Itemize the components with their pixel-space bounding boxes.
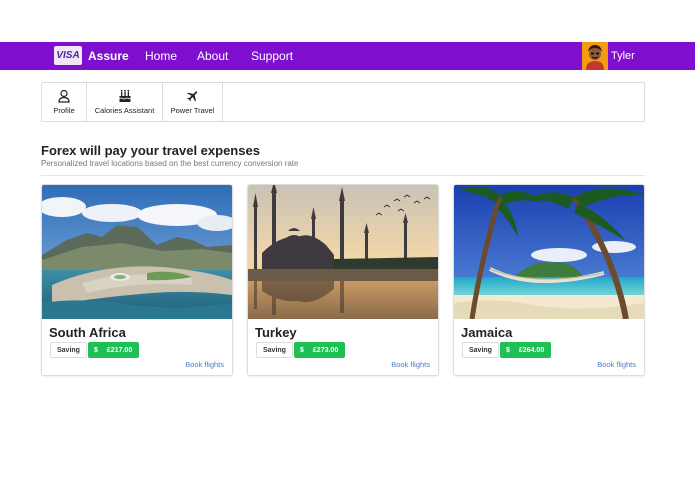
section-divider bbox=[41, 175, 645, 176]
menu-item-label: Profile bbox=[53, 106, 75, 115]
menu-item-label: Calories Assistant bbox=[94, 106, 155, 115]
book-flights-link[interactable]: Book flights bbox=[391, 360, 430, 369]
dollar-icon: $ bbox=[506, 346, 510, 354]
saving-label: Saving bbox=[256, 342, 293, 358]
saving-amount-badge: $ £264.00 bbox=[500, 342, 551, 358]
card-title: Turkey bbox=[255, 325, 297, 340]
menu-item-profile[interactable]: Profile bbox=[42, 83, 87, 121]
section-title: Forex will pay your travel expenses bbox=[41, 143, 260, 158]
book-flights-link[interactable]: Book flights bbox=[185, 360, 224, 369]
saving-amount: £217.00 bbox=[106, 346, 133, 354]
nav-link-about[interactable]: About bbox=[197, 49, 228, 63]
saving-amount-badge: $ £273.00 bbox=[294, 342, 345, 358]
book-flights-link[interactable]: Book flights bbox=[597, 360, 636, 369]
airplane-icon bbox=[186, 89, 200, 103]
turkey-photo bbox=[248, 185, 438, 319]
jamaica-photo bbox=[454, 185, 644, 319]
saving-label: Saving bbox=[50, 342, 87, 358]
saving-amount: £264.00 bbox=[518, 346, 545, 354]
south-africa-photo bbox=[42, 185, 232, 319]
feature-menu: Profile Calories Assistant Power Travel bbox=[41, 82, 645, 122]
brand-name: Assure bbox=[88, 48, 129, 63]
person-icon bbox=[57, 89, 71, 103]
visa-logo: VISA bbox=[54, 46, 82, 65]
saving-amount-badge: $ £217.00 bbox=[88, 342, 139, 358]
card-title: South Africa bbox=[49, 325, 126, 340]
dollar-icon: $ bbox=[94, 346, 98, 354]
section-subtitle: Personalized travel locations based on t… bbox=[41, 159, 299, 168]
destination-card-turkey[interactable]: Turkey Saving $ £273.00 Book flights bbox=[247, 184, 439, 376]
saving-amount: £273.00 bbox=[312, 346, 339, 354]
card-title: Jamaica bbox=[461, 325, 513, 340]
avatar bbox=[582, 42, 608, 70]
nav-link-home[interactable]: Home bbox=[145, 49, 177, 63]
destination-card-jamaica[interactable]: Jamaica Saving $ £264.00 Book flights bbox=[453, 184, 645, 376]
top-navbar: VISA Assure Home About Support Tyler bbox=[0, 42, 695, 70]
user-menu[interactable]: Tyler bbox=[582, 42, 635, 70]
saving-label: Saving bbox=[462, 342, 499, 358]
brand[interactable]: VISA Assure bbox=[54, 46, 129, 65]
user-name: Tyler bbox=[611, 50, 635, 62]
destination-card-south-africa[interactable]: South Africa Saving $ £217.00 Book fligh… bbox=[41, 184, 233, 376]
cake-icon bbox=[118, 89, 132, 103]
nav-link-support[interactable]: Support bbox=[251, 49, 293, 63]
menu-item-label: Power Travel bbox=[170, 106, 215, 115]
menu-item-power-travel[interactable]: Power Travel bbox=[163, 83, 223, 121]
dollar-icon: $ bbox=[300, 346, 304, 354]
menu-item-calories-assistant[interactable]: Calories Assistant bbox=[87, 83, 163, 121]
